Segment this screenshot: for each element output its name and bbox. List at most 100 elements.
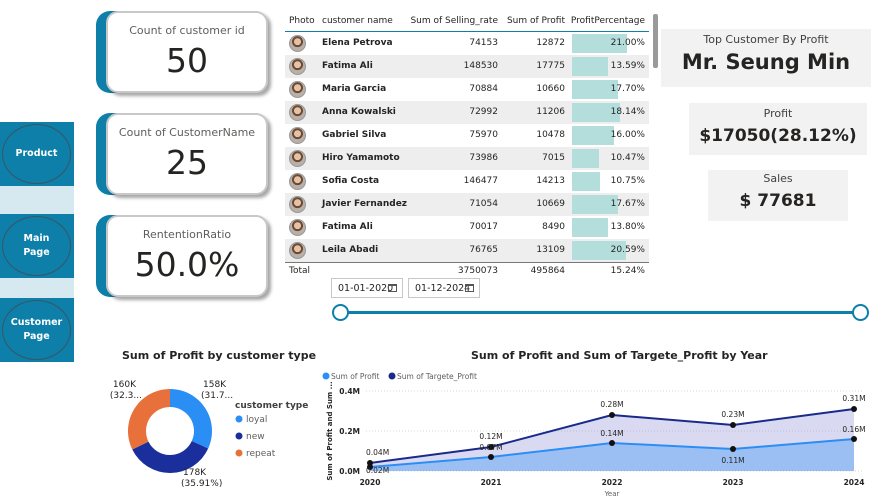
cell-selling-rate: 74153 (469, 38, 498, 48)
nav-product-button[interactable]: Product (0, 122, 74, 186)
donut-chart-title: Sum of Profit by customer type (122, 349, 317, 362)
top-customer-label: Top Customer By Profit (703, 33, 829, 46)
data-point[interactable] (609, 440, 615, 446)
cell-customer-name: Gabriel Silva (322, 130, 387, 140)
calendar-icon[interactable] (388, 284, 397, 292)
cell-customer-name: Elena Petrova (322, 38, 393, 48)
x-tick-label: 2024 (844, 478, 865, 487)
sales-label: Sales (763, 172, 793, 185)
data-point[interactable] (851, 436, 857, 442)
kpi-value: 50 (166, 41, 208, 80)
donut-label-pct: (32.3... (110, 391, 142, 401)
area-legend-item[interactable]: Sum of Targete_Profit (397, 372, 477, 381)
x-tick-label: 2022 (602, 478, 623, 487)
end-date-input[interactable]: 01-12-2024 (408, 278, 480, 298)
data-point[interactable] (609, 412, 615, 418)
table-header: Photo customer name Sum of Selling_rate … (285, 10, 649, 32)
data-label: 0.16M (842, 425, 865, 434)
customer-photo (289, 127, 306, 144)
donut-label-value: 160K (113, 380, 137, 390)
nav-product-label: Product (2, 124, 71, 184)
table-row[interactable]: Leila Abadi 76765 13109 20.59% (285, 239, 649, 262)
legend-item-loyal[interactable]: loyal (246, 415, 267, 425)
cell-pct-bar (572, 57, 608, 76)
nav-customer-page-button[interactable]: Customer Page (0, 298, 74, 362)
cell-profit: 11206 (536, 107, 565, 117)
date-slider-track[interactable] (340, 311, 861, 314)
donut-label-pct: (35.91%) (181, 479, 222, 489)
data-label: 0.23M (721, 410, 744, 419)
customer-photo (289, 219, 306, 236)
cell-profit-percentage: 10.75% (610, 176, 645, 186)
kpi-value: 25 (166, 143, 208, 182)
legend-item-new[interactable]: new (246, 432, 265, 442)
start-date-input[interactable]: 01-01-2020 (331, 278, 403, 298)
cell-pct-bar (572, 149, 599, 168)
table-scrollbar[interactable] (653, 14, 658, 68)
calendar-icon[interactable] (465, 284, 474, 292)
header-profit-percentage[interactable]: ProfitPercentage (571, 16, 645, 26)
data-label: 0.12M (479, 432, 502, 441)
cell-customer-name: Hiro Yamamoto (322, 153, 400, 163)
cell-selling-rate: 148530 (463, 61, 498, 71)
x-tick-label: 2021 (481, 478, 502, 487)
end-date-value: 01-12-2024 (415, 283, 471, 294)
table-row[interactable]: Anna Kowalski 72992 11206 18.14% (285, 101, 649, 124)
data-point[interactable] (851, 406, 857, 412)
cell-customer-name: Fatima Ali (322, 222, 373, 232)
data-label: 0.04M (366, 448, 389, 457)
kpi-label: Count of CustomerName (118, 126, 256, 139)
data-label: 0.02M (366, 466, 389, 475)
data-point[interactable] (488, 454, 494, 460)
sales-value: $ 77681 (739, 191, 817, 211)
data-point[interactable] (730, 422, 736, 428)
header-photo[interactable]: Photo (289, 16, 315, 26)
donut-legend-title: customer type (235, 401, 308, 411)
table-row[interactable]: Fatima Ali 70017 8490 13.80% (285, 216, 649, 239)
top-customer-value: Mr. Seung Min (681, 50, 851, 74)
table-row[interactable]: Gabriel Silva 75970 10478 16.00% (285, 124, 649, 147)
cell-profit: 14213 (536, 176, 565, 186)
nav-main-page-button[interactable]: Main Page (0, 214, 74, 278)
table-row[interactable]: Elena Petrova 74153 12872 21.00% (285, 32, 649, 55)
donut-label-pct: (31.7... (201, 391, 233, 401)
table-row[interactable]: Javier Fernandez 71054 10669 17.67% (285, 193, 649, 216)
kpi-value: 50.0% (134, 245, 240, 284)
header-selling-rate[interactable]: Sum of Selling_rate (410, 16, 498, 26)
table-row[interactable]: Sofia Costa 146477 14213 10.75% (285, 170, 649, 193)
sales-card: Sales $ 77681 (708, 170, 848, 221)
table-row[interactable]: Fatima Ali 148530 17775 13.59% (285, 55, 649, 78)
profit-value: $17050(28.12%) (699, 126, 857, 146)
data-point[interactable] (730, 446, 736, 452)
table-total-row: Total 3750073 495864 15.24% (285, 262, 649, 278)
cell-profit: 7015 (542, 153, 565, 163)
cell-profit: 10669 (536, 199, 565, 209)
legend-item-repeat[interactable]: repeat (246, 449, 276, 459)
data-label: 0.28M (600, 400, 623, 409)
cell-profit-percentage: 13.59% (610, 61, 645, 71)
cell-pct-bar (572, 218, 608, 237)
cell-customer-name: Maria Garcia (322, 84, 387, 94)
legend-marker-loyal (235, 415, 243, 423)
cell-profit: 8490 (542, 222, 565, 232)
customer-photo (289, 81, 306, 98)
date-slider-end-handle[interactable] (852, 304, 869, 321)
table-row[interactable]: Hiro Yamamoto 73986 7015 10.47% (285, 147, 649, 170)
cell-customer-name: Leila Abadi (322, 245, 379, 255)
data-label: 0.31M (842, 394, 865, 403)
nav-strip (0, 186, 74, 214)
cell-selling-rate: 146477 (463, 176, 498, 186)
cell-customer-name: Sofia Costa (322, 176, 380, 186)
start-date-value: 01-01-2020 (338, 283, 394, 294)
legend-marker-repeat (235, 449, 243, 457)
header-customer-name[interactable]: customer name (322, 16, 393, 26)
table-row[interactable]: Maria Garcia 70884 10660 17.70% (285, 78, 649, 101)
profit-label: Profit (763, 107, 793, 120)
cell-profit-percentage: 17.70% (610, 84, 645, 94)
cell-profit-percentage: 18.14% (610, 107, 645, 117)
cell-selling-rate: 72992 (469, 107, 498, 117)
header-profit[interactable]: Sum of Profit (507, 16, 565, 26)
area-legend-item[interactable]: Sum of Profit (331, 372, 379, 381)
date-slider-start-handle[interactable] (332, 304, 349, 321)
cell-profit-percentage: 21.00% (610, 38, 645, 48)
